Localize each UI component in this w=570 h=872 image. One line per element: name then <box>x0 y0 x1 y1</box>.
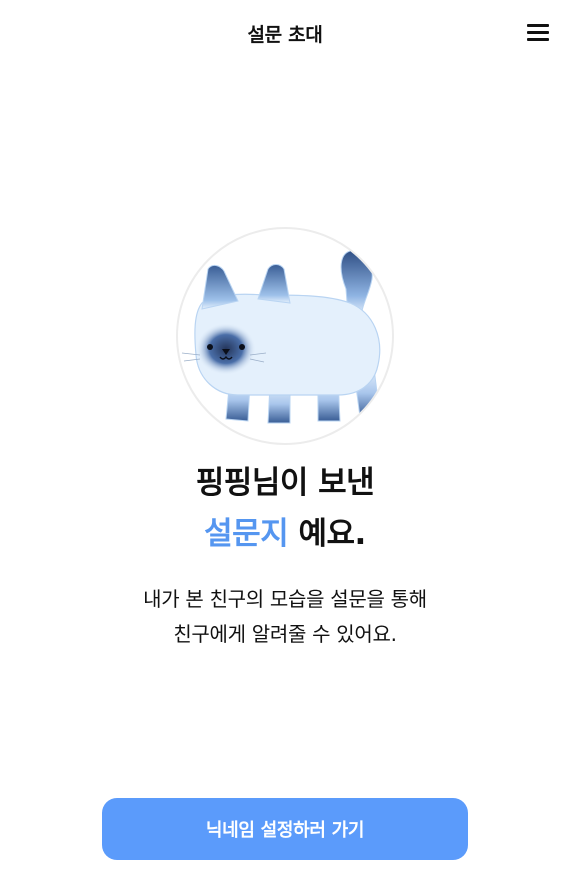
siamese-cat-illustration <box>181 250 381 424</box>
hamburger-menu-icon[interactable] <box>526 22 550 42</box>
description-line2: 친구에게 알려줄 수 있어요. <box>173 622 397 646</box>
headline-accent: 설문지 <box>204 516 289 552</box>
headline-line2-rest: 예요. <box>288 516 367 552</box>
cat-avatar <box>176 227 394 445</box>
cat-ear-left <box>201 264 239 310</box>
headline: 핑핑님이 보낸 설문지 예요. <box>0 458 570 560</box>
headline-line1: 핑핑님이 보낸 <box>195 465 375 501</box>
cat-eye-left <box>207 344 213 350</box>
set-nickname-button[interactable]: 닉네임 설정하러 가기 <box>102 798 468 860</box>
description-line1: 내가 본 친구의 모습을 설문을 통해 <box>143 587 427 611</box>
page-title: 설문 초대 <box>247 24 323 46</box>
top-bar: 설문 초대 <box>0 0 570 64</box>
description: 내가 본 친구의 모습을 설문을 통해 친구에게 알려줄 수 있어요. <box>0 582 570 652</box>
cat-ear-right <box>257 264 291 304</box>
avatar-circle-frame <box>176 227 394 445</box>
survey-invite-page: 설문 초대 핑핑님이 보낸 설문지 예요. 내가 본 친구의 모습을 설문을 통… <box>0 0 570 872</box>
cat-eye-right <box>239 344 245 350</box>
headline-line2: 설문지 예요. <box>0 509 570 560</box>
